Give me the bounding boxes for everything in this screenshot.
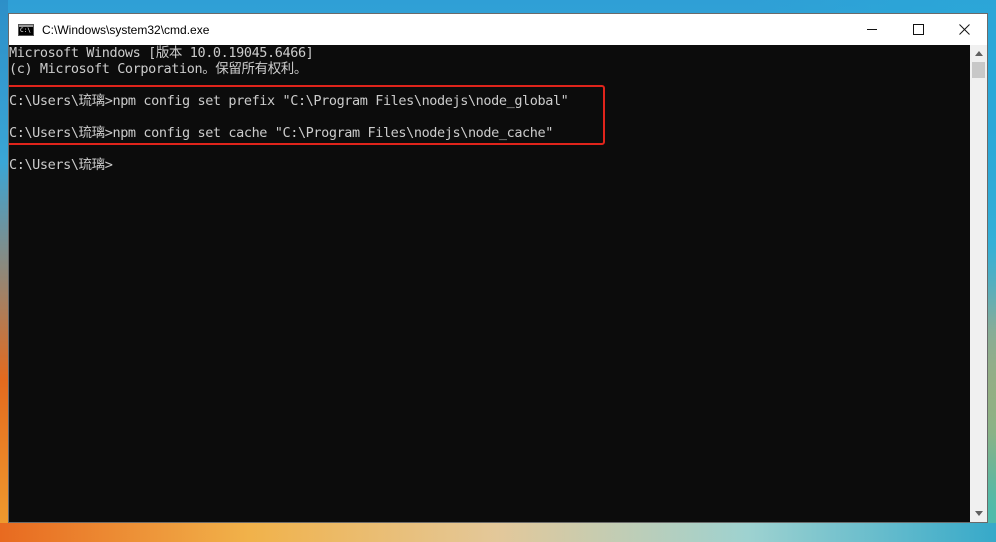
desktop-background-left xyxy=(0,0,8,542)
vertical-scrollbar[interactable] xyxy=(970,45,987,522)
scroll-down-arrow-icon xyxy=(974,511,983,516)
minimize-button[interactable] xyxy=(849,14,895,45)
maximize-icon xyxy=(912,24,924,35)
maximize-button[interactable] xyxy=(895,14,941,45)
highlight-annotation-box xyxy=(9,85,605,145)
scroll-down-button[interactable] xyxy=(970,505,987,522)
scroll-up-button[interactable] xyxy=(970,45,987,62)
scroll-up-arrow-icon xyxy=(974,51,983,56)
title-bar[interactable]: C:\Windows\system32\cmd.exe xyxy=(9,14,987,45)
console-output[interactable]: Microsoft Windows [版本 10.0.19045.6466] (… xyxy=(9,45,970,522)
cmd-icon[interactable] xyxy=(18,23,34,36)
window-controls xyxy=(849,14,987,45)
desktop-background-bottom xyxy=(0,523,996,542)
close-button[interactable] xyxy=(941,14,987,45)
console-line-version: Microsoft Windows [版本 10.0.19045.6466] xyxy=(9,45,314,61)
window-title: C:\Windows\system32\cmd.exe xyxy=(42,22,210,37)
cmd-window[interactable]: C:\Windows\system32\cmd.exe Microsoft W xyxy=(8,13,988,523)
console-line-copyright: (c) Microsoft Corporation。保留所有权利。 xyxy=(9,61,307,77)
close-icon xyxy=(958,24,970,35)
scroll-thumb[interactable] xyxy=(972,62,985,78)
minimize-icon xyxy=(866,29,877,30)
console-line-prompt: C:\Users\琉璃> xyxy=(9,157,113,173)
